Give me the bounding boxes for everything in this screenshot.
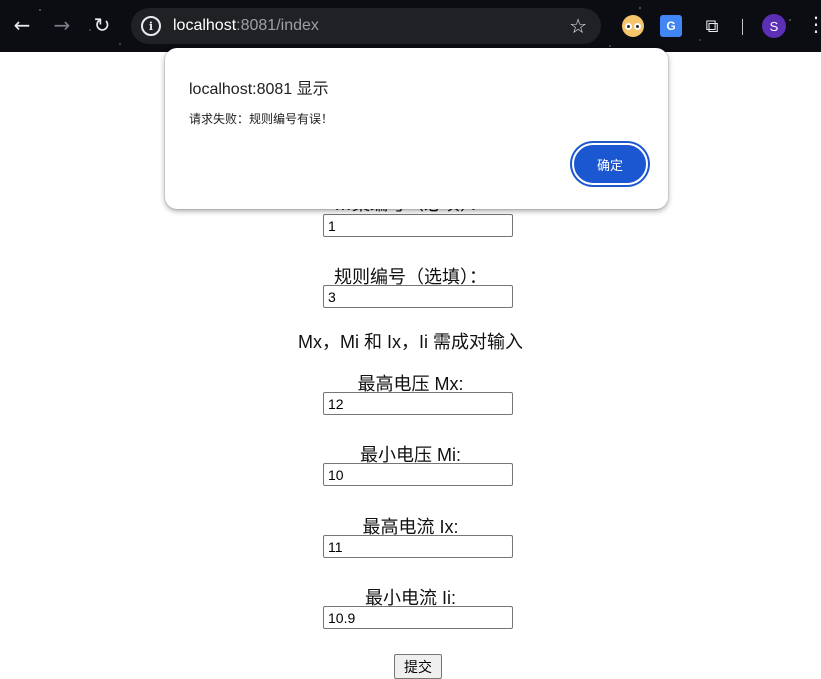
scheme-number-input[interactable]	[323, 214, 513, 237]
toolbar-divider	[742, 19, 743, 35]
alert-dialog: localhost:8081 显示 请求失败：规则编号有误！ 确定	[165, 48, 668, 209]
owl-extension-icon[interactable]	[622, 15, 644, 37]
back-icon[interactable]: ←	[10, 13, 34, 37]
min-current-input[interactable]	[323, 606, 513, 629]
max-voltage-input[interactable]	[323, 392, 513, 415]
submit-button[interactable]: 提交	[394, 654, 442, 679]
site-info-icon[interactable]: i	[141, 16, 161, 36]
address-bar[interactable]: i localhost:8081/index ☆	[131, 8, 601, 44]
url-host: localhost	[173, 17, 237, 34]
max-current-input[interactable]	[323, 535, 513, 558]
forward-icon[interactable]: →	[50, 13, 74, 37]
url-path: :8081/index	[236, 17, 319, 34]
dialog-message: 请求失败：规则编号有误！	[189, 112, 334, 126]
bookmark-star-icon[interactable]: ☆	[569, 14, 587, 38]
browser-toolbar: ← → ↻ i localhost:8081/index ☆ G ⧉ S ⋮	[0, 0, 821, 52]
dialog-title: localhost:8081 显示	[189, 81, 329, 98]
pair-input-note: Mx，Mi 和 Ix，Ii 需成对输入	[298, 332, 523, 352]
more-menu-icon[interactable]: ⋮	[806, 14, 821, 34]
min-voltage-input[interactable]	[323, 463, 513, 486]
translate-extension-icon[interactable]: G	[660, 15, 682, 37]
profile-avatar[interactable]: S	[762, 14, 786, 38]
url-text[interactable]: localhost:8081/index	[173, 17, 319, 35]
reload-icon[interactable]: ↻	[90, 13, 114, 37]
rule-number-input[interactable]	[323, 285, 513, 308]
extensions-puzzle-icon[interactable]: ⧉	[701, 15, 723, 37]
dialog-ok-button[interactable]: 确定	[572, 143, 648, 185]
